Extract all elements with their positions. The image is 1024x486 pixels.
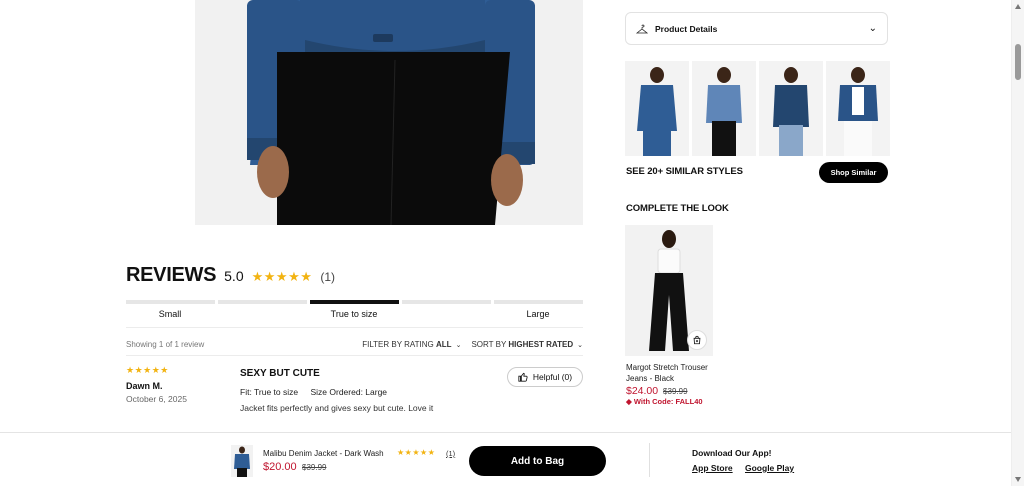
sort-label: SORT BY [471,340,507,349]
reviewer-name: Dawn M. [126,381,163,391]
complete-look-promo-code: ◆ With Code: FALL40 [626,397,703,406]
sticky-product-thumbnail [231,445,253,477]
promo-code-text: With Code: FALL40 [633,397,703,406]
fit-segment [218,300,307,304]
chevron-down-icon: ⌄ [577,342,583,349]
similar-styles-heading: SEE 20+ SIMILAR STYLES [626,166,743,177]
complete-the-look-heading: COMPLETE THE LOOK [626,203,729,214]
review-filters: FILTER BY RATING ALL ⌄ SORT BY HIGHEST RA… [362,340,583,349]
sticky-sale-price: $20.00 [263,461,297,473]
reviews-score: 5.0 [224,268,244,284]
app-links: App Store Google Play [692,463,804,473]
scroll-down-icon[interactable] [1015,477,1021,482]
chevron-down-icon: ⌄ [868,23,877,34]
fit-label-true-to-size: True to size [330,309,378,319]
divider [126,327,583,328]
reviews-count: (1) [320,270,336,284]
sticky-review-count[interactable]: (1) [446,449,455,458]
tag-icon: ◆ [626,397,632,406]
app-download-heading: Download Our App! [692,448,772,458]
thumbs-up-icon [518,372,528,382]
similar-style-card[interactable] [759,61,823,156]
similar-style-image [759,61,823,156]
page-scrollbar[interactable] [1011,0,1024,486]
fit-segment [126,300,215,304]
review-size: Size Ordered: Large [310,387,388,397]
complete-look-sale-price: $24.00 [626,385,659,397]
complete-look-price: $24.00 $39.99 [626,385,688,397]
fit-segment-selected [310,300,399,304]
reviews-title: REVIEWS [126,264,217,286]
review-body: Jacket fits perfectly and gives sexy but… [240,403,434,413]
similar-style-card[interactable] [625,61,689,156]
reviews-header: REVIEWS 5.0 ★★★★★ (1) [126,264,335,287]
review-stars: ★★★★★ [126,365,169,375]
reviews-stars: ★★★★★ [251,269,313,284]
sticky-product-name: Malibu Denim Jacket - Dark Wash [263,449,384,458]
sticky-add-to-bag-bar: Malibu Denim Jacket - Dark Wash ★★★★★ (1… [0,432,1011,486]
scroll-up-icon[interactable] [1015,4,1021,9]
fit-segment [494,300,583,304]
product-details-label: Product Details [655,23,718,34]
filter-label: FILTER BY RATING [362,340,434,349]
google-play-link[interactable]: Google Play [745,463,794,473]
add-to-bag-button[interactable]: Add to Bag [469,446,606,476]
similar-style-image [692,61,756,156]
product-main-image[interactable] [195,0,583,225]
fit-label-small: Small [158,309,182,319]
helpful-button[interactable]: Helpful (0) [507,367,583,387]
sort-dropdown[interactable]: SORT BY HIGHEST RATED ⌄ [471,340,583,349]
similar-style-card[interactable] [826,61,890,156]
filter-value: ALL [436,340,452,349]
jacket-model-illustration [195,0,583,225]
fit-meter [126,300,583,304]
complete-look-original-price: $39.99 [663,387,688,396]
quick-add-button[interactable] [687,330,707,350]
review-date: October 6, 2025 [126,394,187,404]
fit-segment [402,300,491,304]
divider [649,443,650,477]
similar-style-card[interactable] [692,61,756,156]
shopping-bag-icon [693,335,701,345]
chevron-down-icon: ⌄ [455,342,462,349]
review-meta: Fit: True to size Size Ordered: Large [240,387,387,397]
product-details-accordion[interactable]: Product Details ⌄ [625,12,888,45]
divider [126,355,583,356]
scroll-thumb[interactable] [1015,44,1021,80]
review-title: SEXY BUT CUTE [240,368,320,379]
app-store-link[interactable]: App Store [692,463,733,473]
similar-styles-gallery [625,61,890,156]
fit-label-large: Large [526,309,550,319]
similar-style-image [826,61,890,156]
helpful-label: Helpful (0) [532,372,573,382]
showing-count: Showing 1 of 1 review [126,340,205,349]
jacket-thumbnail-image [231,445,253,477]
review-fit: Fit: True to size [240,387,299,397]
sort-value: HIGHEST RATED [508,340,574,349]
sticky-product-stars: ★★★★★ [397,448,436,457]
sticky-original-price: $39.99 [302,463,327,472]
complete-look-product-name[interactable]: Margot Stretch Trouser Jeans - Black [626,362,726,384]
similar-style-image [625,61,689,156]
shop-similar-button[interactable]: Shop Similar [819,162,888,183]
hanger-icon [636,24,648,33]
filter-by-rating-dropdown[interactable]: FILTER BY RATING ALL ⌄ [362,340,461,349]
